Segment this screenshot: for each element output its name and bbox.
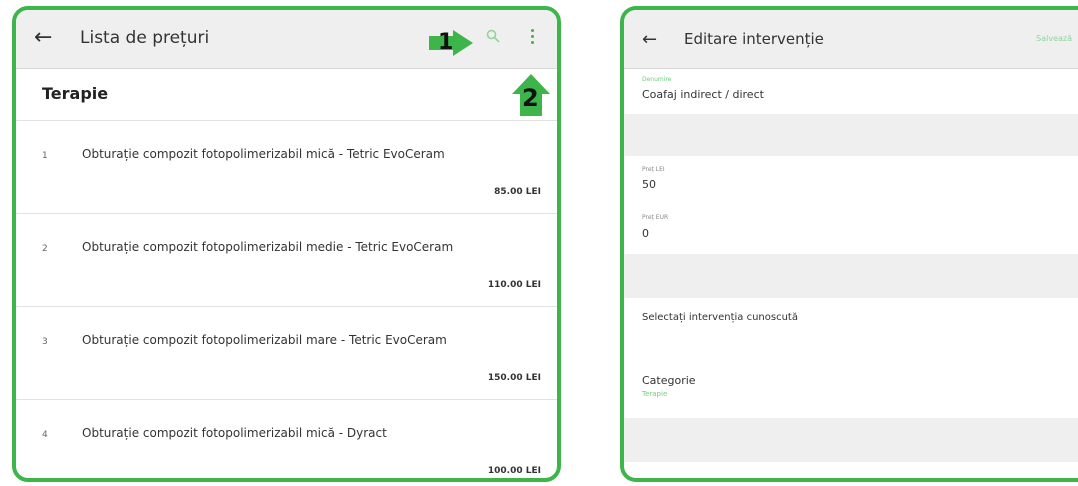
item-name: Obturație compozit fotopolimerizabil mic… xyxy=(82,147,445,161)
more-vert-icon[interactable] xyxy=(529,26,535,46)
section-divider xyxy=(624,418,1078,462)
price-list-screen: ← Lista de prețuri Terapie 1 Obturație c… xyxy=(12,6,561,482)
list-item[interactable]: 1 Obturație compozit fotopolimerizabil m… xyxy=(16,121,557,214)
annotation-label-2: 2 xyxy=(522,84,539,112)
annotation-label-1: 1 xyxy=(438,30,454,55)
list-item[interactable]: 2 Obturație compozit fotopolimerizabil m… xyxy=(16,214,557,307)
screen-title: Lista de prețuri xyxy=(80,28,210,48)
search-icon[interactable] xyxy=(486,28,500,43)
list-item[interactable]: 4 Obturație compozit fotopolimerizabil m… xyxy=(16,400,557,478)
pret-eur-label: Preț EUR xyxy=(642,214,669,221)
pret-eur-field[interactable]: 0 xyxy=(642,227,649,240)
save-button[interactable]: Salvează xyxy=(1036,34,1072,43)
select-known-intervention[interactable]: Selectați intervenția cunoscută xyxy=(642,312,798,323)
pret-lei-label: Preț LEI xyxy=(642,166,665,173)
item-name: Obturație compozit fotopolimerizabil mar… xyxy=(82,333,447,347)
item-name: Obturație compozit fotopolimerizabil med… xyxy=(82,240,454,254)
item-name: Obturație compozit fotopolimerizabil mic… xyxy=(82,426,387,440)
list-item[interactable]: 3 Obturație compozit fotopolimerizabil m… xyxy=(16,307,557,400)
denumire-field[interactable]: Coafaj indirect / direct xyxy=(642,88,764,101)
section-divider xyxy=(624,254,1078,298)
arrow-left-icon[interactable]: ← xyxy=(642,28,657,52)
section-header: Terapie xyxy=(16,68,557,121)
item-price: 85.00 LEI xyxy=(494,187,541,197)
item-price: 150.00 LEI xyxy=(487,373,541,383)
app-bar: ← Lista de prețuri xyxy=(16,10,557,69)
item-number: 4 xyxy=(42,430,48,440)
item-number: 2 xyxy=(42,244,48,254)
item-number: 3 xyxy=(42,337,48,347)
screen-title: Editare intervenție xyxy=(684,30,824,48)
item-price: 110.00 LEI xyxy=(487,280,541,290)
edit-intervention-screen: ← Editare intervenție Salvează Denumire … xyxy=(620,6,1078,482)
denumire-label: Denumire xyxy=(642,76,672,83)
section-divider xyxy=(624,114,1078,156)
item-number: 1 xyxy=(42,151,48,161)
annotation-arrow-right: 1 xyxy=(429,30,473,56)
category-label: Categorie xyxy=(642,374,696,387)
annotation-arrow-up: 2 xyxy=(512,74,550,116)
item-price: 100.00 LEI xyxy=(487,466,541,476)
category-value[interactable]: Terapie xyxy=(642,390,667,398)
arrow-left-icon[interactable]: ← xyxy=(34,26,52,50)
app-bar: ← Editare intervenție Salvează xyxy=(624,10,1078,69)
pret-lei-field[interactable]: 50 xyxy=(642,178,656,191)
section-title: Terapie xyxy=(42,84,109,103)
